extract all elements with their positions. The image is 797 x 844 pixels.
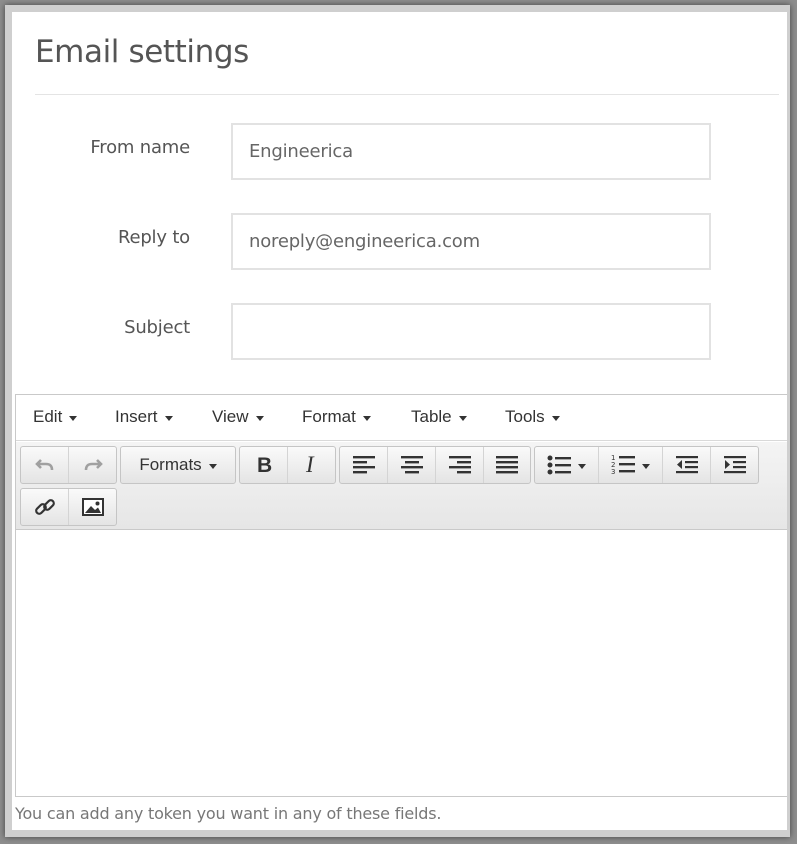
from-name-input[interactable] (231, 123, 711, 180)
editor-toolbar: Formats B I 1 2 3 (16, 442, 787, 530)
align-justify-icon (496, 456, 518, 474)
email-settings-panel: Email settings From name Reply to Subjec… (12, 12, 787, 830)
formats-group: Formats (120, 446, 236, 484)
bold-icon: B (257, 454, 272, 476)
align-justify-button[interactable] (484, 447, 530, 483)
redo-button[interactable] (69, 447, 116, 483)
alignment-group (339, 446, 531, 484)
svg-text:I: I (305, 454, 315, 476)
menu-table[interactable]: Table (411, 407, 467, 427)
align-right-icon (448, 456, 471, 474)
formats-label: Formats (139, 455, 202, 474)
align-right-button[interactable] (436, 447, 484, 483)
image-button[interactable] (69, 489, 116, 525)
italic-icon: I (305, 454, 315, 476)
align-center-icon (400, 456, 423, 474)
outdent-button[interactable] (663, 447, 711, 483)
text-style-group: B I (239, 446, 336, 484)
menu-format-label: Format (302, 407, 356, 426)
menu-view[interactable]: View (212, 407, 264, 427)
editor-content-area[interactable] (16, 531, 787, 796)
menu-view-label: View (212, 407, 249, 426)
reply-to-label: Reply to (117, 227, 190, 248)
numbered-list-button[interactable]: 123 (599, 447, 663, 483)
help-text: You can add any token you want in any of… (15, 804, 442, 823)
chevron-down-icon (255, 415, 264, 421)
subject-input[interactable] (231, 303, 711, 360)
align-left-button[interactable] (340, 447, 388, 483)
chevron-down-icon (458, 415, 467, 421)
list-group: 123 (534, 446, 759, 484)
link-button[interactable] (21, 489, 69, 525)
italic-button[interactable]: I (288, 447, 335, 483)
outdent-icon (675, 456, 698, 474)
title-divider (35, 94, 779, 95)
image-icon (81, 498, 104, 516)
menu-table-label: Table (411, 407, 452, 426)
subject-label: Subject (124, 317, 190, 338)
bold-button[interactable]: B (240, 447, 288, 483)
menu-edit[interactable]: Edit (33, 407, 78, 427)
chevron-down-icon (69, 415, 78, 421)
history-group (20, 446, 117, 484)
redo-icon (84, 459, 103, 471)
from-name-label: From name (90, 137, 190, 158)
chevron-down-icon (578, 463, 586, 469)
menu-insert-label: Insert (115, 407, 158, 426)
align-left-icon (352, 456, 375, 474)
bullet-list-icon (547, 455, 571, 475)
reply-to-input[interactable] (231, 213, 711, 270)
svg-text:3: 3 (611, 468, 615, 476)
undo-icon (34, 459, 53, 471)
chevron-down-icon (362, 415, 371, 421)
undo-button[interactable] (21, 447, 69, 483)
menu-tools-label: Tools (505, 407, 545, 426)
rich-text-editor: Edit Insert View Format Table Tools Form… (15, 394, 787, 797)
menu-insert[interactable]: Insert (115, 407, 173, 427)
link-icon (34, 499, 55, 515)
menu-tools[interactable]: Tools (505, 407, 560, 427)
menu-edit-label: Edit (33, 407, 63, 426)
numbered-list-icon: 123 (611, 454, 635, 476)
chevron-down-icon (551, 415, 560, 421)
indent-icon (723, 456, 746, 474)
menu-format[interactable]: Format (302, 407, 371, 427)
svg-text:B: B (257, 454, 272, 476)
insert-group (20, 488, 117, 526)
editor-menubar: Edit Insert View Format Table Tools (16, 395, 787, 441)
page-title: Email settings (35, 34, 249, 70)
bullet-list-button[interactable] (535, 447, 599, 483)
chevron-down-icon (642, 463, 650, 469)
chevron-down-icon (208, 463, 217, 469)
formats-dropdown[interactable]: Formats (121, 447, 235, 483)
indent-button[interactable] (711, 447, 758, 483)
chevron-down-icon (164, 415, 173, 421)
align-center-button[interactable] (388, 447, 436, 483)
